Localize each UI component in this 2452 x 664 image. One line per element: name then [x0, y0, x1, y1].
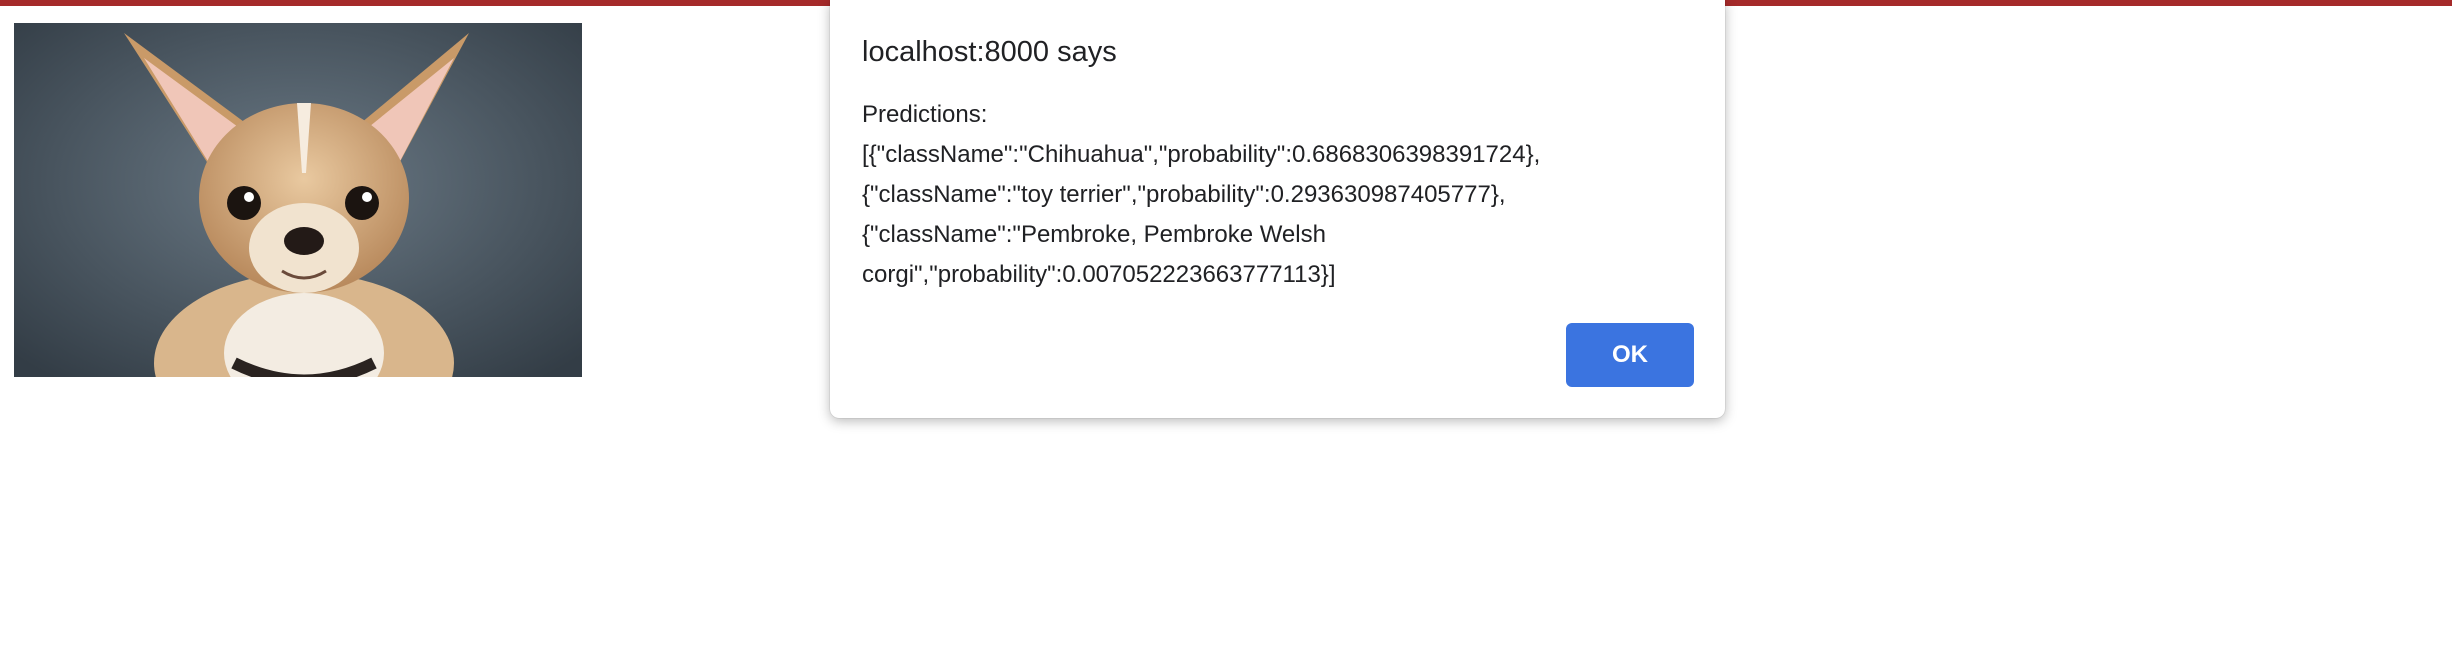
- message-line: [{"className":"Chihuahua","probability":…: [862, 141, 1541, 168]
- chihuahua-illustration: [14, 23, 582, 377]
- message-line: {"className":"Pembroke, Pembroke Welsh: [862, 221, 1326, 248]
- ok-button[interactable]: OK: [1566, 323, 1694, 387]
- dialog-message: Predictions: [{"className":"Chihuahua","…: [862, 95, 1622, 295]
- message-line: {"className":"toy terrier","probability"…: [862, 181, 1506, 208]
- message-line: corgi","probability":0.00705222366377711…: [862, 261, 1336, 288]
- chihuahua-image: [14, 23, 582, 377]
- alert-dialog: localhost:8000 says Predictions: [{"clas…: [830, 0, 1725, 418]
- dialog-title: localhost:8000 says: [862, 36, 1117, 68]
- message-line: Predictions:: [862, 101, 988, 128]
